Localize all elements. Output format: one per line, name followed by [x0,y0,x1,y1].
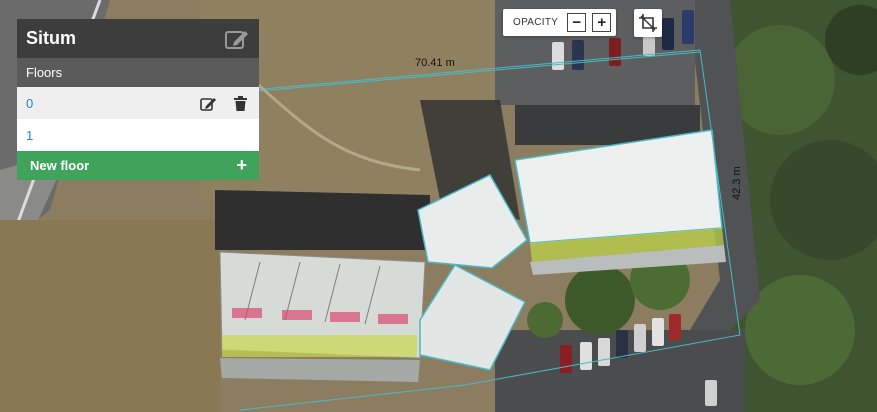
panel-header: Situm [17,19,259,58]
opacity-control: OPACITY − + [503,9,616,36]
crop-icon[interactable] [634,9,662,37]
measure-right-label: 42.3 m [731,166,743,200]
plus-icon: + [236,155,247,175]
floor-label: 0 [26,95,34,111]
floor-item-1[interactable]: 1 [17,119,259,151]
floors-panel: Situm Floors 0 1 New floor + [17,19,259,180]
new-floor-label: New floor [30,158,90,173]
edit-floor-icon[interactable] [198,93,218,113]
floor-label: 1 [26,127,34,143]
floors-section-label: Floors [26,65,63,80]
floors-section-header: Floors [17,58,259,87]
floor-item-0[interactable]: 0 [17,87,259,119]
new-floor-button[interactable]: New floor + [17,151,259,180]
panel-title: Situm [26,28,77,48]
trash-icon[interactable] [230,93,250,113]
edit-building-icon[interactable] [224,26,250,52]
measure-top-label: 70.41 m [415,57,455,69]
opacity-label: OPACITY [513,17,559,28]
opacity-decrease-button[interactable]: − [567,13,587,32]
opacity-increase-button[interactable]: + [592,13,612,32]
